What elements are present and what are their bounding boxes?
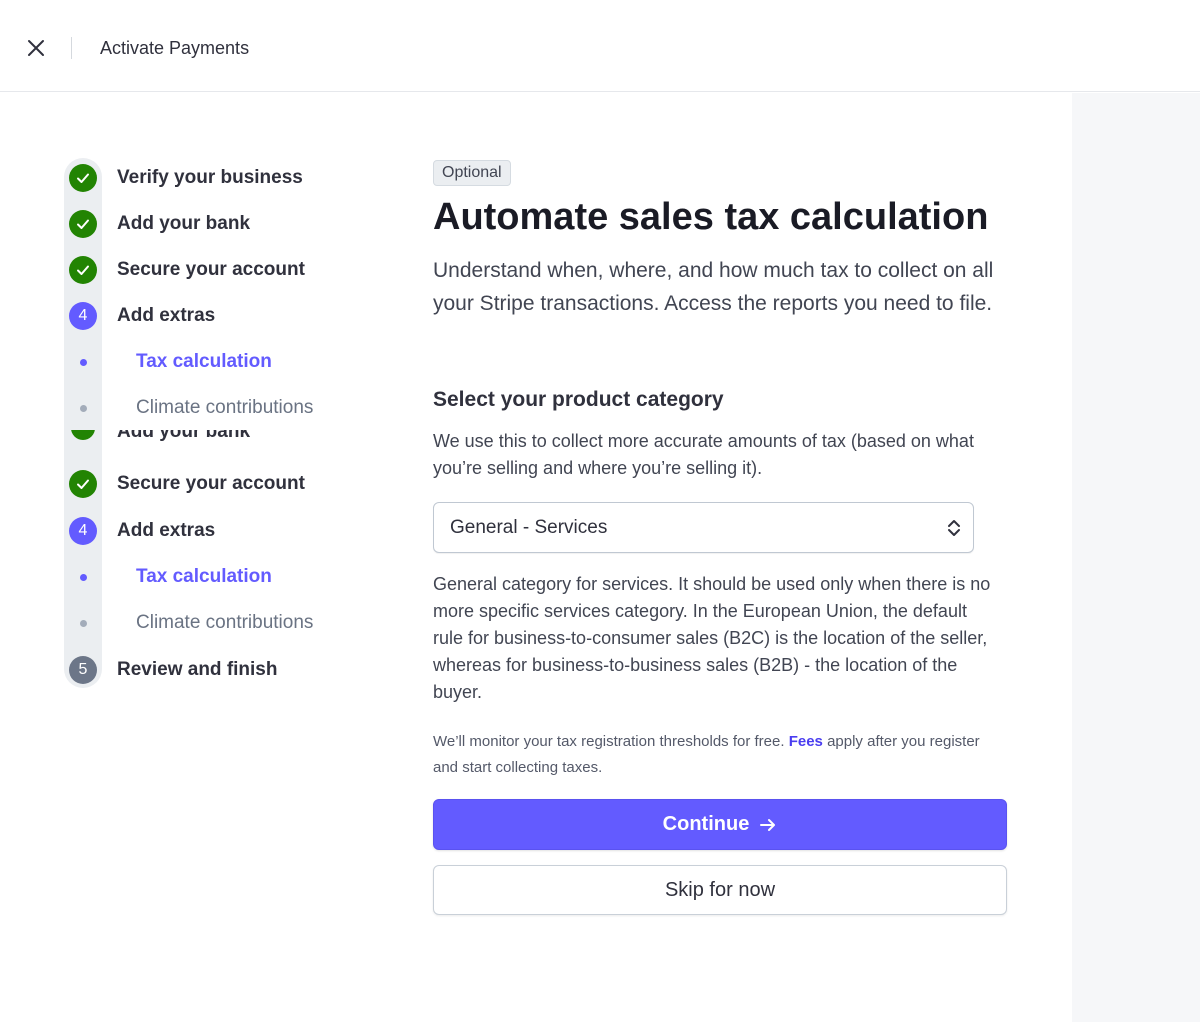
close-button[interactable] <box>24 36 48 60</box>
right-side-panel <box>1072 93 1200 1022</box>
check-icon <box>69 210 97 238</box>
substep-tax-calculation[interactable]: Tax calculation <box>66 560 272 594</box>
step-add-bank-clipped: Add your bank <box>66 430 366 450</box>
continue-button[interactable]: Continue <box>433 799 1007 850</box>
step-label: Review and finish <box>117 659 278 680</box>
product-category-select[interactable]: General - Services <box>433 502 974 553</box>
step-label: Add extras <box>117 520 216 541</box>
select-value: General - Services <box>450 516 608 538</box>
skip-label: Skip for now <box>664 878 776 901</box>
step-label: Verify your business <box>117 167 303 188</box>
step-number-badge: 4 <box>69 517 97 545</box>
substep-dot-icon <box>79 619 87 627</box>
step-label: Add your bank <box>117 430 251 442</box>
arrow-right-icon <box>759 816 777 834</box>
check-icon <box>69 256 97 284</box>
topbar-divider <box>71 37 72 59</box>
substep-label: Climate contributions <box>136 397 314 418</box>
substep-tax-calculation[interactable]: Tax calculation <box>66 345 272 379</box>
fees-link[interactable]: Fees <box>789 733 823 750</box>
step-label: Secure your account <box>117 259 305 280</box>
check-icon <box>69 164 97 192</box>
check-icon <box>71 430 95 440</box>
category-description: General category for services. It should… <box>433 574 991 702</box>
step-number-badge: 5 <box>69 656 97 684</box>
substep-label: Tax calculation <box>136 351 272 372</box>
page-heading: Automate sales tax calculation <box>433 196 989 238</box>
step-review-finish[interactable]: 5 Review and finish <box>66 653 277 687</box>
step-add-bank[interactable]: Add your bank <box>66 207 250 241</box>
substep-label: Tax calculation <box>136 566 272 587</box>
monitor-note-text: We’ll monitor your tax registration thre… <box>433 733 789 750</box>
section-description: We use this to collect more accurate amo… <box>433 431 974 478</box>
substep-dot-icon <box>79 358 87 366</box>
main-content: Optional Automate sales tax calculation … <box>433 160 1013 915</box>
intro-text: Understand when, where, and how much tax… <box>433 259 994 315</box>
step-number-badge: 4 <box>69 302 97 330</box>
step-add-extras[interactable]: 4 Add extras <box>66 299 215 333</box>
check-icon <box>69 470 97 498</box>
page-title: Activate Payments <box>100 38 250 58</box>
substep-climate-contributions[interactable]: Climate contributions <box>66 606 313 640</box>
step-label: Secure your account <box>117 473 305 494</box>
skip-button[interactable]: Skip for now <box>433 865 1007 915</box>
monitor-note: We’ll monitor your tax registration thre… <box>433 729 993 781</box>
section-title: Select your product category <box>433 388 724 411</box>
step-secure-account[interactable]: Secure your account <box>66 467 305 501</box>
step-add-extras[interactable]: 4 Add extras <box>66 514 215 548</box>
step-label: Add your bank <box>117 213 251 234</box>
optional-badge: Optional <box>433 160 511 186</box>
chevron-up-down-icon <box>948 520 960 536</box>
continue-label: Continue <box>662 813 750 835</box>
substep-label: Climate contributions <box>136 612 314 633</box>
close-icon[interactable] <box>27 39 45 57</box>
step-secure-account[interactable]: Secure your account <box>66 253 305 287</box>
top-bar: Activate Payments <box>0 0 1200 92</box>
step-verify-business[interactable]: Verify your business <box>66 161 303 195</box>
step-label: Add extras <box>117 305 216 326</box>
substep-climate-contributions[interactable]: Climate contributions <box>66 391 313 425</box>
substep-dot-icon <box>79 404 87 412</box>
substep-dot-icon <box>79 573 87 581</box>
